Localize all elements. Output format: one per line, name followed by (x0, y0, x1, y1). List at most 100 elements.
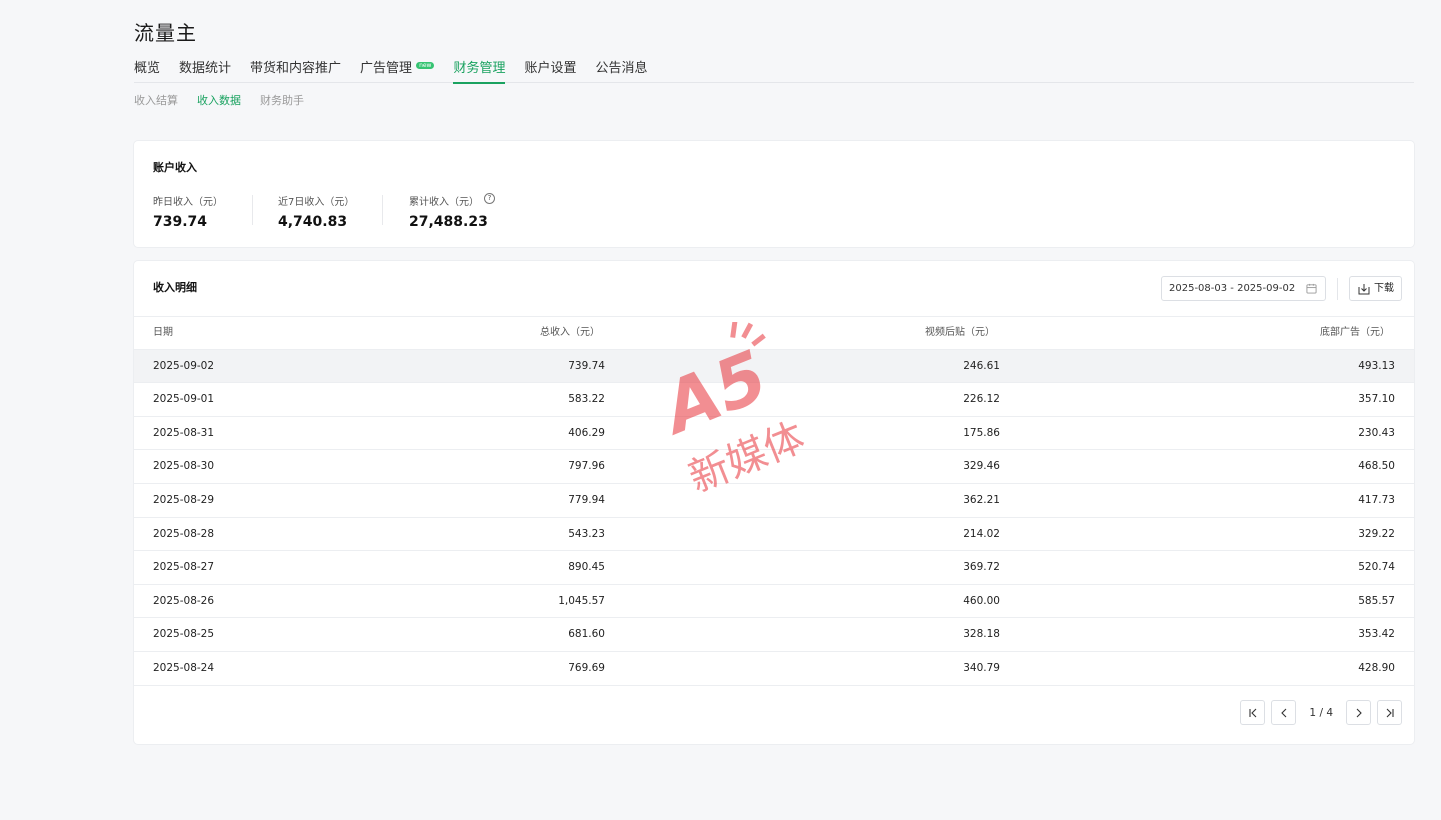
cell-total-income: 1,045.57 (558, 594, 605, 607)
tab-data-stats[interactable]: 数据统计 (179, 58, 231, 83)
cell-total-income: 406.29 (568, 426, 605, 439)
card-title: 账户收入 (153, 161, 197, 174)
cell-bottom-ad: 428.90 (1358, 661, 1395, 674)
tab-label: 概览 (134, 61, 161, 76)
date-range-value: 2025-08-03 - 2025-09-02 (1169, 283, 1296, 294)
cell-video-post: 369.72 (963, 561, 1000, 574)
cell-bottom-ad: 329.22 (1358, 527, 1395, 540)
cell-video-post: 362.21 (963, 493, 1000, 506)
column-header-date: 日期 (153, 327, 173, 338)
column-header-total: 总收入（元） (540, 327, 600, 338)
account-income-card: 账户收入 昨日收入（元） 739.74 近7日收入（元） 4,740.83 累计… (134, 141, 1414, 247)
cell-total-income: 779.94 (568, 493, 605, 506)
tab-overview[interactable]: 概览 (134, 58, 160, 83)
stat-value: 4,740.83 (278, 214, 348, 230)
date-range-picker[interactable]: 2025-08-03 - 2025-09-02 (1161, 276, 1326, 301)
cell-video-post: 175.86 (963, 426, 1000, 439)
question-circle-icon[interactable]: ? (484, 193, 495, 204)
cell-total-income: 797.96 (568, 460, 605, 473)
cell-total-income: 681.60 (568, 628, 605, 641)
prev-page-button[interactable] (1271, 700, 1297, 725)
cell-bottom-ad: 417.73 (1358, 493, 1395, 506)
last-page-icon (1386, 708, 1394, 717)
cell-total-income: 890.45 (568, 561, 605, 574)
cell-bottom-ad: 353.42 (1358, 628, 1395, 641)
cell-total-income: 543.23 (568, 527, 605, 540)
column-header-bottom-ad: 底部广告（元） (1320, 327, 1390, 338)
pagination: 1 / 4 (1240, 700, 1402, 725)
download-button[interactable]: 下载 (1349, 276, 1402, 301)
tab-label: 数据统计 (179, 61, 232, 76)
cell-video-post: 214.02 (963, 527, 1000, 540)
table-row: 2025-08-27 890.45 369.72 520.74 (134, 551, 1414, 585)
cell-date: 2025-08-26 (153, 594, 215, 607)
download-label: 下载 (1374, 283, 1394, 294)
stat-last-7-days: 近7日收入（元） 4,740.83 (278, 193, 354, 230)
cell-video-post: 460.00 (963, 594, 1000, 607)
table-body: 2025-09-02 739.74 246.61 493.13 2025-09-01 58… (134, 349, 1414, 686)
stat-label: 累计收入（元） (409, 197, 479, 208)
stat-cumulative: 累计收入（元）? 27,488.23 (409, 193, 495, 230)
cell-date: 2025-09-01 (153, 393, 215, 406)
cell-date: 2025-08-28 (153, 527, 215, 540)
cell-date: 2025-08-25 (153, 628, 215, 641)
page-indicator: 1 / 4 (1309, 706, 1333, 719)
cell-video-post: 226.12 (963, 393, 1000, 406)
cell-video-post: 329.46 (963, 460, 1000, 473)
table-row: 2025-08-24 769.69 340.79 428.90 (134, 652, 1414, 686)
cell-bottom-ad: 520.74 (1358, 561, 1395, 574)
stat-yesterday: 昨日收入（元） 739.74 (153, 193, 223, 230)
stat-value: 739.74 (153, 214, 208, 230)
cell-total-income: 739.74 (568, 359, 605, 372)
tab-finance-management[interactable]: 财务管理 (453, 58, 506, 84)
tab-ad-management[interactable]: 广告管理 new (360, 58, 435, 83)
cell-video-post: 246.61 (963, 359, 1000, 372)
app-title: 流量主 (134, 21, 197, 45)
cell-date: 2025-08-30 (153, 460, 215, 473)
stat-label: 昨日收入（元） (153, 197, 223, 208)
tab-label: 带货和内容推广 (250, 61, 342, 76)
download-icon (1358, 284, 1370, 295)
tab-account-settings[interactable]: 账户设置 (524, 58, 576, 83)
cell-total-income: 583.22 (568, 393, 605, 406)
cell-bottom-ad: 493.13 (1358, 359, 1395, 372)
income-detail-card: 收入明细 2025-08-03 - 2025-09-02 下载 日期 总收入（元… (134, 261, 1414, 744)
tab-label: 财务管理 (453, 61, 506, 76)
divider (252, 195, 253, 225)
divider (382, 195, 383, 225)
sub-nav: 收入结算 收入数据 财务助手 (134, 92, 304, 108)
toolbar-divider (1337, 278, 1338, 300)
first-page-button[interactable] (1240, 700, 1266, 725)
cell-date: 2025-08-29 (153, 493, 215, 506)
chevron-right-icon (1356, 708, 1362, 717)
table-row: 2025-09-02 739.74 246.61 493.13 (134, 349, 1414, 384)
tab-commerce-promotion[interactable]: 带货和内容推广 (250, 58, 341, 83)
cell-date: 2025-08-27 (153, 561, 215, 574)
tab-label: 广告管理 (360, 61, 413, 76)
table-row: 2025-08-26 1,045.57 460.00 585.57 (134, 585, 1414, 619)
tab-label: 账户设置 (524, 61, 577, 76)
table-row: 2025-08-28 543.23 214.02 329.22 (134, 518, 1414, 552)
cell-date: 2025-08-24 (153, 661, 215, 674)
subtab-finance-assistant[interactable]: 财务助手 (260, 92, 304, 108)
card-title: 收入明细 (153, 281, 197, 294)
column-header-video-post: 视频后贴（元） (925, 327, 995, 338)
table-row: 2025-08-30 797.96 329.46 468.50 (134, 450, 1414, 484)
next-page-button[interactable] (1346, 700, 1371, 725)
cell-bottom-ad: 357.10 (1358, 393, 1395, 406)
tab-announcements[interactable]: 公告消息 (596, 58, 648, 83)
page: 流量主 概览 数据统计 带货和内容推广 广告管理 new 财务管理 账户设置 公告… (0, 0, 1441, 820)
cell-bottom-ad: 468.50 (1358, 460, 1395, 473)
table-header: 日期 总收入（元） 视频后贴（元） 底部广告（元） (134, 316, 1414, 350)
cell-bottom-ad: 230.43 (1358, 426, 1395, 439)
last-page-button[interactable] (1377, 700, 1402, 725)
subtab-income-settlement[interactable]: 收入结算 (134, 92, 178, 108)
cell-bottom-ad: 585.57 (1358, 594, 1395, 607)
main-nav: 概览 数据统计 带货和内容推广 广告管理 new 财务管理 账户设置 公告消息 (134, 58, 1414, 84)
subtab-income-data[interactable]: 收入数据 (197, 92, 241, 108)
new-badge: new (416, 62, 435, 69)
tab-label: 公告消息 (595, 61, 648, 76)
cell-total-income: 769.69 (568, 661, 605, 674)
cell-date: 2025-08-31 (153, 426, 215, 439)
first-page-icon (1249, 708, 1257, 717)
